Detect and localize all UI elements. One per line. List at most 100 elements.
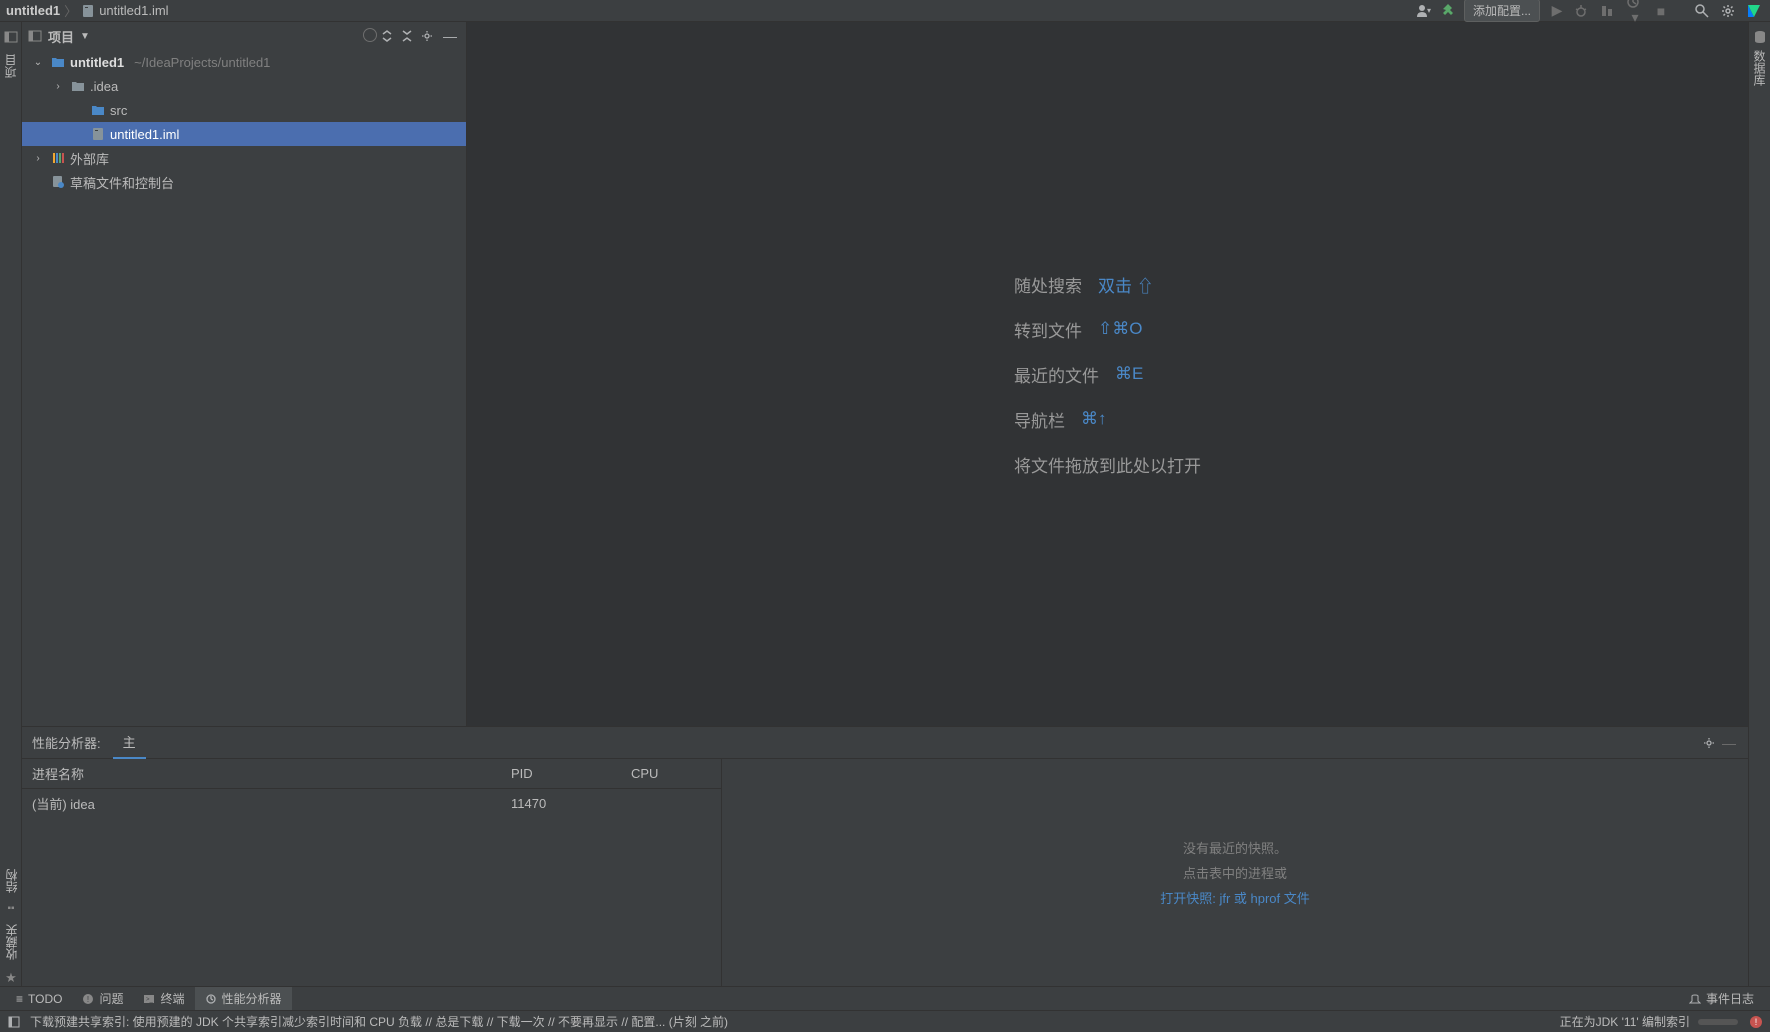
tool-windows-icon[interactable] (8, 1016, 20, 1028)
stop-icon[interactable]: ■ (1652, 3, 1670, 19)
database-icon[interactable] (1753, 30, 1767, 44)
profiler-process-table: 进程名称 PID CPU (当前) idea 11470 (22, 759, 722, 986)
run-icon[interactable]: ▶ (1548, 2, 1566, 19)
profiler-header: 性能分析器: 主 — (22, 727, 1748, 759)
profiler-panel: 性能分析器: 主 — 进程名称 PID CPU (22, 726, 1748, 986)
coverage-icon[interactable] (1600, 4, 1618, 18)
project-tool-icon[interactable] (4, 30, 18, 44)
tab-terminal[interactable]: >_ 终端 (133, 987, 194, 1010)
project-view-icon (28, 29, 42, 43)
panel-gear-icon[interactable] (420, 29, 440, 43)
hide-panel-icon[interactable]: — (440, 28, 460, 44)
iml-file-icon (90, 127, 106, 141)
source-folder-icon (90, 104, 106, 116)
hint-search-everywhere: 随处搜索 双击 ⇧ (1014, 272, 1201, 297)
tab-terminal-label: 终端 (160, 990, 184, 1007)
status-bar: 下载预建共享索引: 使用预建的 JDK 个共享索引减少索引时间和 CPU 负载 … (0, 1010, 1770, 1032)
folder-icon (70, 80, 86, 92)
profiler-row[interactable]: (当前) idea 11470 (22, 789, 721, 817)
progress-bar (1698, 1019, 1738, 1025)
collapse-all-icon[interactable] (400, 29, 420, 43)
hint-label: 最近的文件 (1014, 362, 1099, 387)
event-log-icon (1689, 993, 1701, 1005)
tree-root-name: untitled1 (70, 55, 124, 70)
right-gutter: 数据库 (1748, 22, 1770, 986)
locate-icon[interactable] (360, 28, 380, 45)
add-configuration-button[interactable]: 添加配置... (1464, 0, 1540, 22)
settings-icon[interactable] (1720, 3, 1738, 19)
left-gutter: 项目 (0, 22, 22, 986)
breadcrumb-file[interactable]: untitled1.iml (81, 3, 168, 18)
left-bottom-gutter: 结构 ▪▪ 收藏夹 ★ (0, 869, 22, 986)
project-panel-header: 项目 ▼ — (22, 22, 466, 50)
profiler-hide-icon[interactable]: — (1720, 735, 1738, 751)
error-badge[interactable]: ! (1750, 1016, 1762, 1028)
profiler-empty-line1: 没有最近的快照。 (1183, 838, 1287, 857)
status-message[interactable]: 下载预建共享索引: 使用预建的 JDK 个共享索引减少索引时间和 CPU 负载 … (30, 1013, 728, 1030)
hint-goto-file: 转到文件 ⇧⌘O (1014, 317, 1201, 342)
profiler-gear-icon[interactable] (1702, 736, 1720, 750)
project-panel-title[interactable]: 项目 (48, 27, 74, 46)
profiler-open-snapshot-link[interactable]: 打开快照: jfr 或 hprof 文件 (1160, 888, 1310, 907)
svg-text:▾: ▾ (1427, 6, 1431, 15)
expand-all-icon[interactable] (380, 29, 400, 43)
tab-profiler-label: 性能分析器 (222, 990, 282, 1007)
structure-tool-label[interactable]: 结构 (3, 869, 20, 893)
user-icon[interactable]: ▾ (1416, 3, 1432, 19)
todo-icon: ≡ (16, 992, 23, 1006)
svg-text:>_: >_ (146, 997, 154, 1003)
build-icon[interactable] (1440, 3, 1456, 19)
profiler-tab-main[interactable]: 主 (113, 726, 146, 759)
jetbrains-icon[interactable] (1746, 3, 1762, 19)
tab-event-log[interactable]: 事件日志 (1679, 987, 1764, 1010)
structure-icon[interactable]: ▪▪ (7, 903, 14, 914)
col-process-name[interactable]: 进程名称 (32, 764, 511, 783)
hint-shortcut: ⇧⌘O (1098, 319, 1142, 339)
top-bar: untitled1 〉 untitled1.iml ▾ 添加配置... ▶ (0, 0, 1770, 22)
breadcrumb-project-label: untitled1 (6, 3, 60, 18)
project-tree: ⌄ untitled1 ~/IdeaProjects/untitled1 › (22, 50, 466, 726)
hint-label: 导航栏 (1014, 407, 1065, 432)
profiler-row-pid: 11470 (511, 796, 631, 811)
tree-idea-label: .idea (90, 79, 118, 94)
tree-src-folder[interactable]: › src (22, 98, 466, 122)
tab-profiler[interactable]: 性能分析器 (195, 987, 292, 1010)
hint-label: 转到文件 (1014, 317, 1082, 342)
profiler-empty-state: 没有最近的快照。 点击表中的进程或 打开快照: jfr 或 hprof 文件 (722, 759, 1748, 986)
tab-problems-label: 问题 (99, 990, 123, 1007)
module-icon (50, 56, 66, 68)
indexing-status[interactable]: 正在为JDK '11' 编制索引 (1560, 1013, 1738, 1030)
col-pid[interactable]: PID (511, 766, 631, 781)
tree-iml-file[interactable]: › untitled1.iml (22, 122, 466, 146)
chevron-right-icon[interactable]: › (30, 153, 46, 164)
search-icon[interactable] (1694, 3, 1712, 19)
tree-scratches[interactable]: › 草稿文件和控制台 (22, 170, 466, 194)
editor-area: 随处搜索 双击 ⇧ 转到文件 ⇧⌘O 最近的文件 ⌘E 导航栏 (467, 22, 1748, 726)
svg-text:!: ! (87, 995, 89, 1004)
hint-shortcut: 双击 ⇧ (1098, 272, 1154, 297)
tree-scratches-label: 草稿文件和控制台 (70, 173, 174, 192)
tab-problems[interactable]: ! 问题 (72, 987, 133, 1010)
tree-external-libs[interactable]: › 外部库 (22, 146, 466, 170)
tree-root[interactable]: ⌄ untitled1 ~/IdeaProjects/untitled1 (22, 50, 466, 74)
terminal-icon: >_ (143, 993, 155, 1005)
problems-icon: ! (82, 993, 94, 1005)
chevron-down-icon[interactable]: ▼ (80, 31, 90, 42)
tree-iml-label: untitled1.iml (110, 127, 179, 142)
project-tool-label[interactable]: 项目 (2, 54, 19, 78)
tool-window-tabs: ≡ TODO ! 问题 >_ 终端 性能分析器 事件日志 (0, 986, 1770, 1010)
indexing-label: 正在为JDK '11' 编制索引 (1560, 1013, 1690, 1030)
hint-shortcut: ⌘↑ (1081, 409, 1107, 429)
hint-recent-files: 最近的文件 ⌘E (1014, 362, 1201, 387)
favorites-tool-label[interactable]: 收藏夹 (3, 924, 20, 960)
chevron-down-icon[interactable]: ⌄ (30, 57, 46, 68)
file-icon (81, 4, 95, 18)
tab-todo[interactable]: ≡ TODO (6, 987, 72, 1010)
col-cpu[interactable]: CPU (631, 766, 711, 781)
database-tool-label[interactable]: 数据库 (1751, 50, 1768, 86)
debug-icon[interactable] (1574, 4, 1592, 18)
tree-idea-folder[interactable]: › .idea (22, 74, 466, 98)
chevron-right-icon[interactable]: › (50, 81, 66, 92)
star-icon[interactable]: ★ (5, 970, 17, 986)
breadcrumb-project[interactable]: untitled1 (6, 3, 60, 18)
